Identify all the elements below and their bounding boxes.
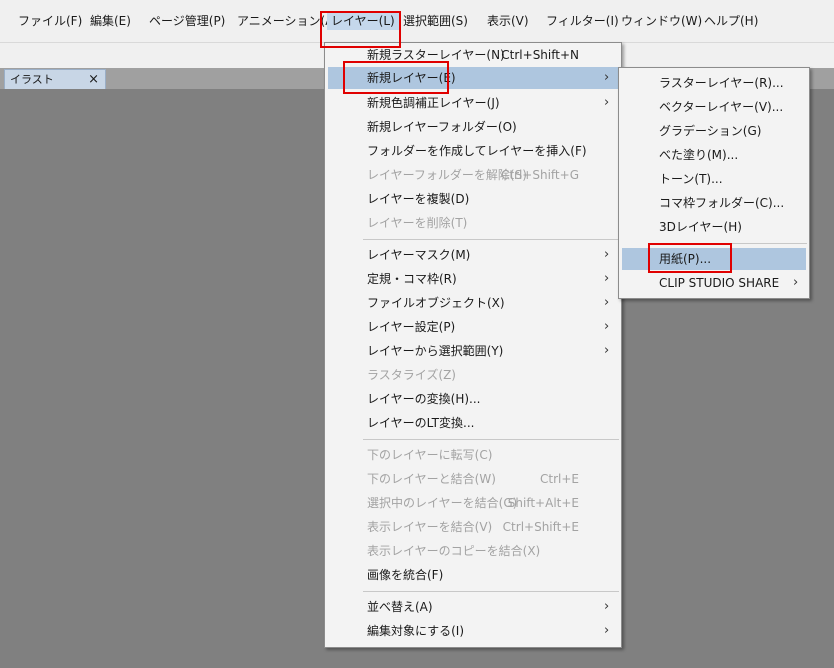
chevron-right-icon: › [604, 95, 610, 110]
menu-item-file-object[interactable]: ファイルオブジェクト(X) › [325, 292, 621, 314]
submenu-item-fill[interactable]: べた塗り(M)... [619, 144, 809, 166]
menu-file[interactable]: ファイル(F) [14, 12, 86, 30]
menu-item-merge-selected[interactable]: 選択中のレイヤーを結合(G) Shift+Alt+E [325, 492, 621, 514]
menu-item-layer-settings[interactable]: レイヤー設定(P) › [325, 316, 621, 338]
menu-item-rasterize[interactable]: ラスタライズ(Z) [325, 364, 621, 386]
menu-item-create-folder-insert[interactable]: フォルダーを作成してレイヤーを挿入(F) [325, 140, 621, 162]
chevron-right-icon: › [604, 247, 610, 262]
chevron-right-icon: › [604, 623, 610, 638]
menu-item-new-layer-folder[interactable]: 新規レイヤーフォルダー(O) [325, 116, 621, 138]
menu-item-layer-mask[interactable]: レイヤーマスク(M) › [325, 244, 621, 266]
menu-item-release-folder[interactable]: レイヤーフォルダーを解除(S) Ctrl+Shift+G [325, 164, 621, 186]
layer-menu: 新規ラスターレイヤー(N) Ctrl+Shift+N 新規レイヤー(E) › 新… [324, 42, 622, 648]
menu-item-selection-from-layer[interactable]: レイヤーから選択範囲(Y) › [325, 340, 621, 362]
menu-edit[interactable]: 編集(E) [86, 12, 135, 30]
menu-filter[interactable]: フィルター(I) [542, 12, 623, 30]
menu-item-delete-layer[interactable]: レイヤーを削除(T) [325, 212, 621, 234]
annotation-box-layer-menu [320, 11, 401, 48]
chevron-right-icon: › [604, 319, 610, 334]
chevron-right-icon: › [604, 343, 610, 358]
annotation-box-paper [648, 243, 732, 273]
menu-item-lt-conversion[interactable]: レイヤーのLT変換... [325, 412, 621, 434]
menu-item-transfer-down[interactable]: 下のレイヤーに転写(C) [325, 444, 621, 466]
chevron-right-icon: › [604, 295, 610, 310]
submenu-item-gradient[interactable]: グラデーション(G) [619, 120, 809, 142]
submenu-item-clip-studio-share[interactable]: CLIP STUDIO SHARE › [619, 272, 809, 294]
menu-bar: ファイル(F) 編集(E) ページ管理(P) アニメーション(A) レイヤー(L… [0, 0, 834, 42]
menu-separator [363, 239, 619, 240]
menu-item-merge-down[interactable]: 下のレイヤーと結合(W) Ctrl+E [325, 468, 621, 490]
submenu-item-3d-layer[interactable]: 3Dレイヤー(H) [619, 216, 809, 238]
menu-item-merge-visible[interactable]: 表示レイヤーを結合(V) Ctrl+Shift+E [325, 516, 621, 538]
menu-item-duplicate-layer[interactable]: レイヤーを複製(D) [325, 188, 621, 210]
chevron-right-icon: › [604, 70, 610, 85]
menu-selection[interactable]: 選択範囲(S) [399, 12, 472, 30]
menu-item-merge-visible-copy[interactable]: 表示レイヤーのコピーを結合(X) [325, 540, 621, 562]
submenu-item-vector-layer[interactable]: ベクターレイヤー(V)... [619, 96, 809, 118]
menu-separator [363, 439, 619, 440]
menu-view[interactable]: 表示(V) [483, 12, 533, 30]
chevron-right-icon: › [604, 271, 610, 286]
menu-item-flatten-image[interactable]: 画像を統合(F) [325, 564, 621, 586]
menu-item-convert-layer[interactable]: レイヤーの変換(H)... [325, 388, 621, 410]
menu-help[interactable]: ヘルプ(H) [700, 12, 762, 30]
close-icon[interactable]: × [88, 70, 99, 89]
submenu-item-raster-layer[interactable]: ラスターレイヤー(R)... [619, 72, 809, 94]
menu-page[interactable]: ページ管理(P) [145, 12, 229, 30]
menu-window[interactable]: ウィンドウ(W) [617, 12, 706, 30]
annotation-box-new-layer [343, 61, 449, 94]
submenu-item-tone[interactable]: トーン(T)... [619, 168, 809, 190]
menu-item-ruler-frame[interactable]: 定規・コマ枠(R) › [325, 268, 621, 290]
submenu-item-frame-folder[interactable]: コマ枠フォルダー(C)... [619, 192, 809, 214]
menu-item-new-adjustment-layer[interactable]: 新規色調補正レイヤー(J) › [325, 92, 621, 114]
chevron-right-icon: › [793, 275, 799, 290]
menu-item-arrange[interactable]: 並べ替え(A) › [325, 596, 621, 618]
document-tab-label: イラスト [10, 73, 54, 86]
document-tab[interactable]: イラスト × [4, 69, 106, 89]
menu-item-set-edit-target[interactable]: 編集対象にする(I) › [325, 620, 621, 642]
chevron-right-icon: › [604, 599, 610, 614]
menu-separator [363, 591, 619, 592]
